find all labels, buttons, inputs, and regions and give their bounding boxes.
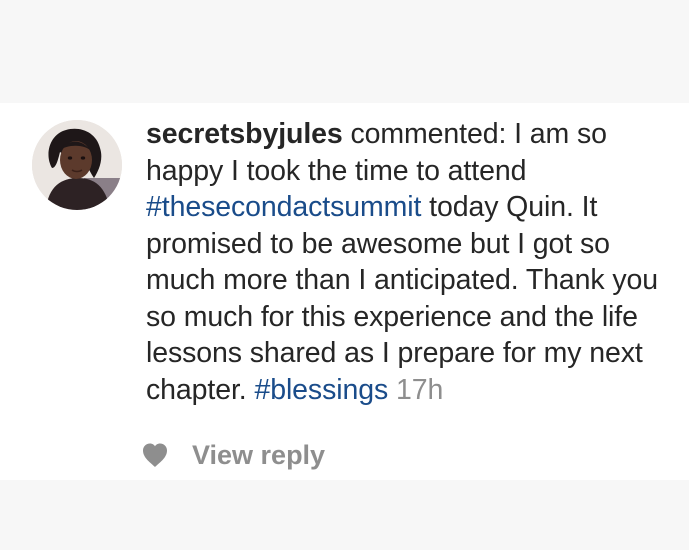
hashtag-link-blessings[interactable]: #blessings: [254, 374, 388, 406]
comment-username[interactable]: secretsbyjules: [146, 118, 343, 150]
hashtag-link-thesecondactsummit[interactable]: #thesecondactsummit: [146, 191, 421, 223]
avatar-photo: [32, 120, 122, 210]
view-reply-button[interactable]: View reply: [192, 440, 325, 471]
comment-card: secretsbyjules commented: I am so happy …: [0, 103, 689, 480]
bottom-background: [0, 480, 689, 550]
comment-verb: commented:: [342, 118, 515, 150]
heart-icon[interactable]: [140, 440, 170, 470]
comment-text: secretsbyjules commented: I am so happy …: [146, 116, 682, 408]
comment-timestamp: 17h: [395, 373, 444, 406]
avatar[interactable]: [32, 120, 122, 210]
comment-actions: View reply: [140, 435, 325, 475]
top-background: [0, 0, 689, 103]
